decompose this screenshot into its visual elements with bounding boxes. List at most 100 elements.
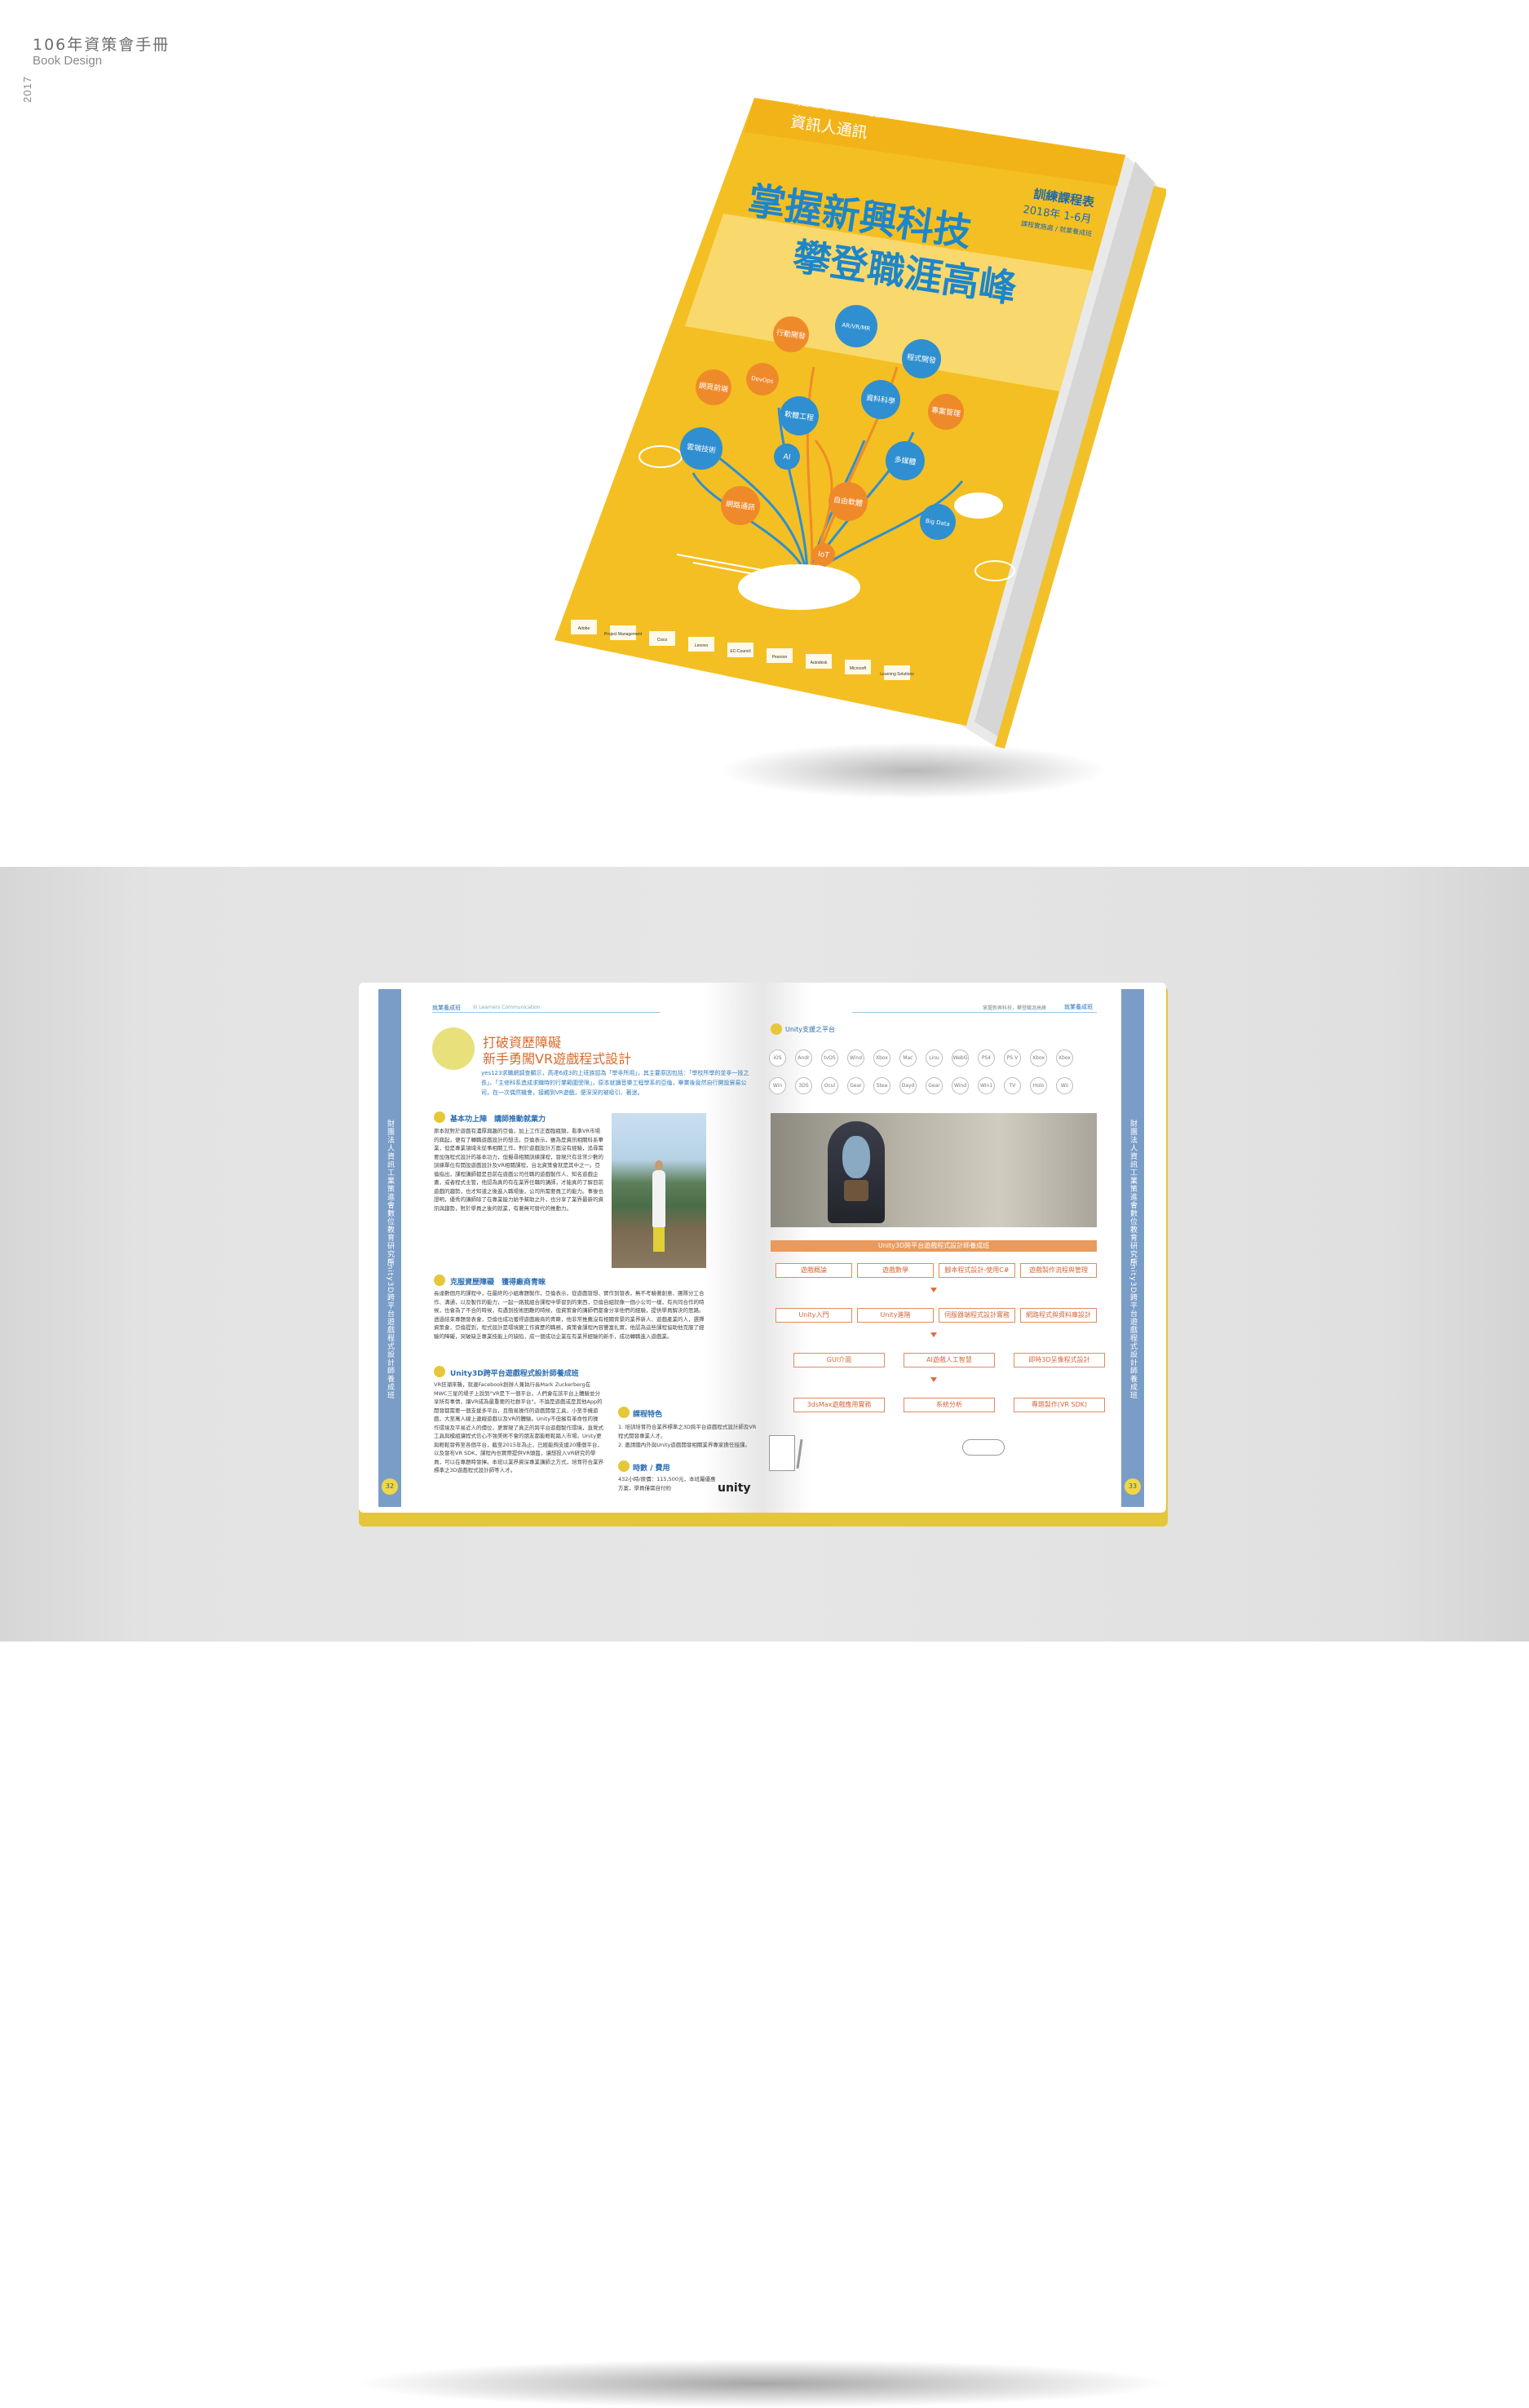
- platform-icon: iOS: [769, 1049, 786, 1067]
- left-title-2: 新手勇闖VR遊戲程式設計: [483, 1051, 632, 1067]
- sponsor-logo-label: Learning Solutions: [880, 672, 914, 677]
- unity-logo: unity: [718, 1482, 751, 1495]
- closed-book: 財團法人資訊工業策進會 資訊人通訊 訓練課程表 2018年 1-6月 課程實施處…: [555, 98, 1166, 799]
- vr-character-image: [771, 1113, 1097, 1227]
- sponsor-logo-label: Autodesk: [811, 661, 828, 665]
- left-running-header: 就業養成班: [432, 1005, 461, 1011]
- project-title: 106年資策會手冊: [33, 36, 170, 54]
- sponsor-logo-label: Cisco: [657, 638, 668, 643]
- book-cover: 財團法人資訊工業策進會 資訊人通訊 訓練課程表 2018年 1-6月 課程實施處…: [555, 98, 1166, 749]
- platform-icon: Linu: [926, 1049, 943, 1067]
- platform-icon: Holo: [1030, 1077, 1047, 1094]
- left-page: 財團法人資訊工業策進會數位教育研究所 Unity3D跨平台遊戲程式設計師養成班 …: [359, 983, 762, 1513]
- platform-icon: Stea: [873, 1077, 890, 1094]
- left-running-header-en: III Learners Communication: [473, 1005, 541, 1010]
- platform-icon: Andr: [795, 1049, 812, 1067]
- platform-icon: Mac: [899, 1049, 917, 1067]
- right-side-org: 財團法人資訊工業策進會數位教育研究所: [1129, 1120, 1137, 1266]
- left-body-2: 長達數個月的課程中，在最終的小組專題製作，亞倫表示，從遊戲發想、實作到發表，無不…: [434, 1290, 705, 1340]
- gear-icon: [618, 1407, 630, 1418]
- flow-step: 遊戲製作流程與管理: [1020, 1263, 1097, 1278]
- cloud-icon: [962, 1439, 1005, 1456]
- right-running-header: 掌握新興科技，攀登職涯高峰: [983, 1005, 1047, 1011]
- sponsor-logo-label: Adobe: [578, 626, 590, 631]
- platform-icon: Win: [769, 1077, 786, 1094]
- flow-title: Unity3D跨平台遊戲程式設計師養成班: [771, 1240, 1097, 1252]
- flow-step: 伺服器端程式設計實務: [939, 1308, 1015, 1323]
- flow-step: 網路程式與資料庫設計: [1020, 1308, 1097, 1323]
- flow-step: Unity入門: [776, 1308, 852, 1323]
- cover-bubble-label: AI: [783, 453, 791, 462]
- project-subtitle: Book Design: [33, 54, 103, 68]
- platform-icon: tvOS: [821, 1049, 838, 1067]
- right-running-header-badge: 就業養成班: [1064, 1004, 1093, 1010]
- right-side-band: 財團法人資訊工業策進會數位教育研究所 Unity3D跨平台遊戲程式設計師養成班 …: [1121, 989, 1144, 1507]
- student-photo: [612, 1113, 706, 1268]
- sponsor-logo-label: Pearson: [772, 655, 788, 660]
- right-side-course: Unity3D跨平台遊戲程式設計師養成班: [1129, 1258, 1137, 1400]
- gear-icon: [618, 1460, 630, 1472]
- platform-row-2: Win 3DS Ocul Gear Stea Dayd Gear Wind Win1 TV Holo…: [769, 1077, 1095, 1095]
- platform-icon: Wii: [1056, 1077, 1073, 1094]
- platform-icon: Wind: [952, 1077, 969, 1094]
- gear-icon: [434, 1111, 445, 1123]
- platform-icon: Dayd: [899, 1077, 917, 1094]
- platform-icon: Win1: [978, 1077, 995, 1094]
- platform-icon: PS4: [978, 1049, 995, 1067]
- right-page: 財團法人資訊工業策進會數位教育研究所 Unity3D跨平台遊戲程式設計師養成班 …: [762, 983, 1166, 1513]
- platform-row-1: iOS Andr tvOS Wind Xbox Mac Linu WebG PS4 PS V Xbo…: [769, 1049, 1095, 1067]
- platform-icon: WebG: [952, 1049, 969, 1067]
- left-section-5: 時數 / 費用: [633, 1465, 670, 1473]
- left-feature-2: 2. 邀請國內外與Unity遊戲開發相關業界專家擔任授課。: [618, 1442, 750, 1448]
- flow-step: 專題製作(VR SDK): [1014, 1398, 1105, 1412]
- flow-step: 即時3D呈像程式設計: [1014, 1353, 1105, 1367]
- platform-icon: PS V: [1004, 1049, 1021, 1067]
- left-body-3: VR狂潮來襲，就連Facebook創辦人兼執行長Mark Zuckerberg在…: [434, 1381, 603, 1474]
- platform-icon: TV: [1004, 1077, 1021, 1094]
- flow-step: 腳本程式設計-使用C#: [939, 1263, 1015, 1278]
- left-section-2: 克服資歷障礙 獲得廠商青睞: [450, 1279, 546, 1287]
- left-body-1: 原本就對於遊戲有濃厚興趣的亞倫，加上工作正面臨瓶頸，看準VR市場的興起，便有了轉…: [434, 1128, 603, 1212]
- flow-step: 3dsMax遊戲應用實務: [793, 1398, 885, 1412]
- flow-step: 遊戲概論: [776, 1263, 852, 1278]
- left-side-band: 財團法人資訊工業策進會數位教育研究所 Unity3D跨平台遊戲程式設計師養成班 …: [378, 989, 401, 1507]
- open-book-spread: 財團法人資訊工業策進會數位教育研究所 Unity3D跨平台遊戲程式設計師養成班 …: [359, 983, 1166, 1521]
- flow-step: 遊戲數學: [857, 1263, 934, 1278]
- platform-icon: Gear: [926, 1077, 943, 1094]
- course-flow-chart: 遊戲概論 遊戲數學 腳本程式設計-使用C# 遊戲製作流程與管理 Unity入門 Unity…: [771, 1255, 1105, 1426]
- platform-icon: Gear: [847, 1077, 864, 1094]
- platform-title: Unity支援之平台: [785, 1026, 836, 1033]
- right-header-rule: [852, 1012, 1097, 1013]
- left-section-4: 課程特色: [633, 1411, 663, 1419]
- sponsor-logo-label: EC-Council: [730, 649, 750, 654]
- left-section-3: Unity3D跨平台遊戲程式設計師養成班: [450, 1370, 579, 1378]
- cover-showcase: 106年資策會手冊 Book Design 2017 財團法人資訊工業策進會 資…: [0, 0, 1529, 867]
- cover-bubble-label: IoT: [817, 550, 829, 560]
- document-icon: [769, 1435, 795, 1471]
- left-intro: yes123求職網調查顯示，高達6成3的上班族認為「學非所用」，其主要原因包括：…: [481, 1070, 749, 1096]
- spread-shadow: [351, 2359, 1174, 2408]
- left-side-org: 財團法人資訊工業策進會數位教育研究所: [386, 1120, 394, 1266]
- platform-icon: 3DS: [795, 1077, 812, 1094]
- sponsor-logo-label: Lenovo: [695, 643, 709, 648]
- left-section-1: 基本功上陣 講師推動就業力: [450, 1116, 546, 1124]
- right-page-number: 33: [1125, 1478, 1141, 1495]
- flow-arrow-icon: [930, 1377, 937, 1382]
- gear-icon: [434, 1366, 445, 1377]
- sponsor-logo-label: Microsoft: [850, 666, 867, 671]
- project-year: 2017: [21, 76, 33, 103]
- left-title-circle: [432, 1027, 475, 1070]
- left-page-number: 32: [382, 1478, 398, 1495]
- platform-icon: Ocul: [821, 1077, 838, 1094]
- gear-icon: [771, 1023, 782, 1035]
- left-fee: 432小時/原價：115,500元，本班屬優惠方案，學員僅需自付約: [618, 1476, 716, 1491]
- flow-step: 系統分析: [904, 1398, 995, 1412]
- flow-step: AI遊戲人工智慧: [904, 1353, 995, 1367]
- flow-step: GUI介面: [793, 1353, 885, 1367]
- flow-arrow-icon: [930, 1288, 937, 1292]
- platform-icon: Wind: [847, 1049, 864, 1067]
- gear-icon: [434, 1275, 445, 1286]
- platform-icon: Xbox: [1056, 1049, 1073, 1067]
- flow-arrow-icon: [930, 1332, 937, 1337]
- sponsor-logo-label: Project Management: [604, 632, 643, 637]
